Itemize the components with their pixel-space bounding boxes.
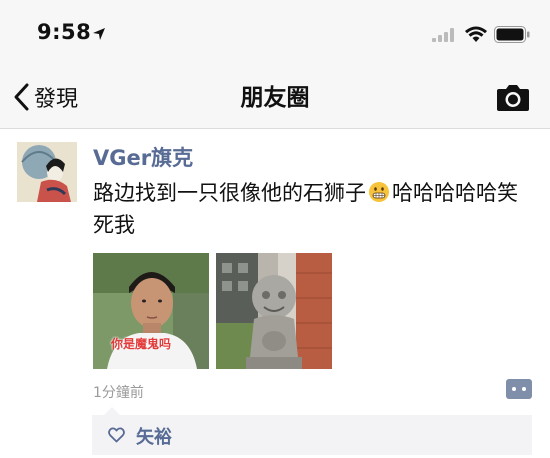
status-time: 9:58 (37, 20, 92, 44)
post-photo-2[interactable] (216, 253, 332, 369)
post-photo-1[interactable]: 你是魔鬼吗 (93, 253, 209, 369)
back-button[interactable]: 發現 (12, 80, 78, 114)
wifi-icon (465, 26, 487, 42)
location-arrow-icon (93, 28, 105, 40)
page-title: 朋友圈 (240, 85, 310, 111)
camera-icon[interactable] (496, 82, 530, 112)
navigation-bar: 發現 朋友圈 (0, 68, 550, 129)
like-user-name[interactable]: 矢裕 (136, 423, 172, 449)
post-text-part-1: 路边找到一只很像他的石狮子 (93, 181, 366, 205)
post-timestamp: 1分鐘前 (93, 385, 144, 401)
status-bar: 9:58 (0, 0, 550, 68)
post-username[interactable]: VGer旗克 (93, 142, 193, 172)
post-text: 路边找到一只很像他的石狮子 哈哈哈哈哈笑死我 (93, 177, 533, 241)
battery-icon (494, 26, 530, 43)
comment-button[interactable] (506, 379, 532, 399)
avatar[interactable] (17, 142, 77, 202)
heart-icon (108, 427, 125, 443)
grimacing-emoji-icon (369, 182, 389, 202)
chevron-left-icon (14, 83, 29, 111)
back-label: 發現 (34, 87, 79, 112)
more-dots-icon (512, 387, 526, 391)
likes-box: 矢裕 (92, 407, 532, 455)
photo-caption: 你是魔鬼吗 (111, 337, 172, 351)
moment-post: VGer旗克 路边找到一只很像他的石狮子 哈哈哈哈哈笑死我 你是魔鬼吗 1分鐘前… (0, 129, 550, 458)
signal-bars-icon (432, 28, 454, 42)
